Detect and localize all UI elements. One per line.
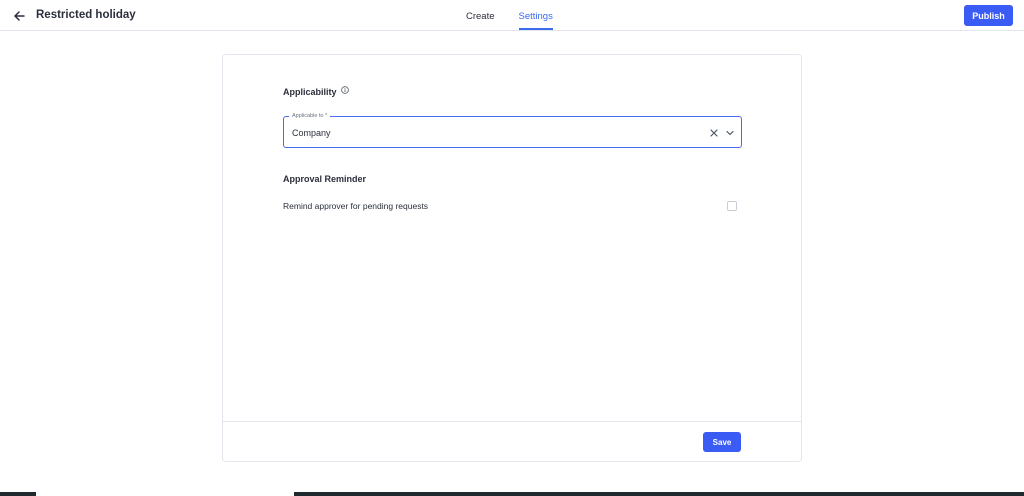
save-button[interactable]: Save xyxy=(703,432,741,452)
tab-bar: Create Settings xyxy=(466,0,577,31)
applicable-to-value: Company xyxy=(292,128,331,138)
tab-settings[interactable]: Settings xyxy=(518,0,554,31)
back-arrow-icon xyxy=(14,11,25,21)
settings-card: Applicability Applicable to * Company Ap… xyxy=(222,54,802,462)
approval-reminder-title: Approval Reminder xyxy=(283,174,367,184)
card-footer: Save xyxy=(223,421,801,462)
applicability-section-title: Applicability xyxy=(283,86,349,97)
back-button[interactable] xyxy=(11,8,27,24)
top-bar: Restricted holiday Create Settings Publi… xyxy=(0,0,1024,31)
remind-approver-label: Remind approver for pending requests xyxy=(283,201,429,211)
tab-create[interactable]: Create xyxy=(466,0,495,31)
applicable-to-select[interactable]: Applicable to * Company xyxy=(283,112,742,148)
applicable-to-label: Applicable to * xyxy=(289,112,331,120)
page-title: Restricted holiday xyxy=(36,9,136,21)
remind-approver-checkbox[interactable] xyxy=(727,201,737,211)
clear-icon[interactable] xyxy=(708,127,720,139)
applicability-title: Applicability xyxy=(283,87,337,97)
taskbar-segment xyxy=(0,492,36,496)
taskbar-segment xyxy=(294,492,1024,496)
info-icon[interactable] xyxy=(341,86,349,94)
chevron-down-icon[interactable] xyxy=(724,127,736,139)
publish-button[interactable]: Publish xyxy=(964,5,1013,26)
